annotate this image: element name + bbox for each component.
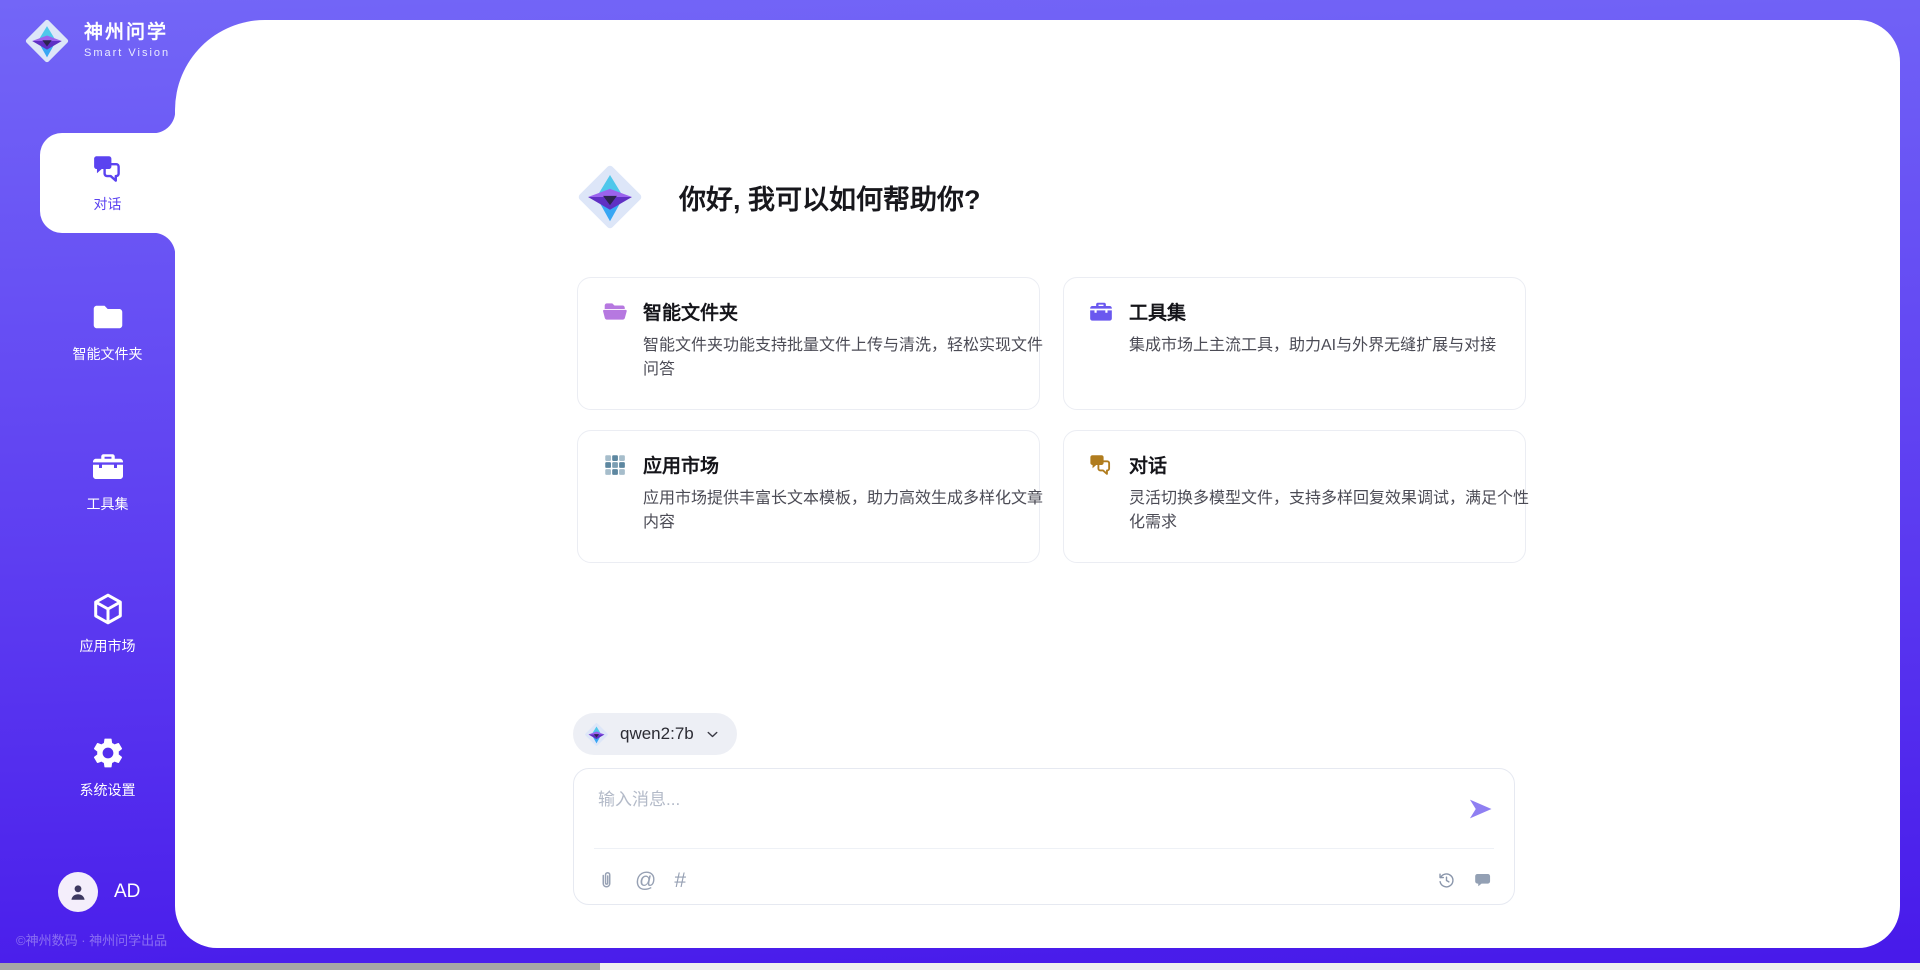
- model-name: qwen2:7b: [620, 724, 694, 744]
- model-diamond-icon: [583, 721, 610, 748]
- card-title: 对话: [1129, 451, 1167, 478]
- person-icon: [66, 880, 90, 904]
- card-title: 工具集: [1129, 298, 1186, 325]
- sidebar-item-toolset[interactable]: 工具集: [40, 440, 175, 522]
- briefcase-icon: [1088, 299, 1114, 325]
- card-description: 智能文件夹功能支持批量文件上传与清洗，轻松实现文件问答: [643, 334, 1043, 382]
- card-app-market[interactable]: 应用市场 应用市场提供丰富长文本模板，助力高效生成多样化文章内容: [577, 430, 1040, 563]
- paperclip-icon[interactable]: [596, 870, 617, 891]
- assistant-diamond-icon: [573, 160, 647, 234]
- cube-icon: [90, 591, 126, 627]
- horizontal-scrollbar[interactable]: [0, 963, 1920, 970]
- sidebar-item-label: 系统设置: [80, 780, 136, 800]
- card-smart-folder[interactable]: 智能文件夹 智能文件夹功能支持批量文件上传与清洗，轻松实现文件问答: [577, 277, 1040, 410]
- card-title: 智能文件夹: [643, 298, 738, 325]
- sidebar-item-settings[interactable]: 系统设置: [40, 726, 175, 808]
- sidebar-item-label: 工具集: [87, 494, 129, 514]
- user-initials: AD: [114, 881, 140, 903]
- at-sign-icon[interactable]: @: [635, 870, 656, 891]
- sidebar-item-label: 智能文件夹: [73, 344, 143, 364]
- composer-divider: [594, 848, 1494, 849]
- brand-diamond-icon: [22, 16, 72, 66]
- chat-bubble-icon[interactable]: [1473, 870, 1494, 891]
- brand-subtitle: Smart Vision: [84, 47, 170, 59]
- sidebar-item-label: 应用市场: [80, 636, 136, 656]
- horizontal-scrollbar-thumb[interactable]: [0, 963, 600, 970]
- sidebar-item-smart-folder[interactable]: 智能文件夹: [40, 290, 175, 372]
- card-chat[interactable]: 对话 灵活切换多模型文件，支持多样回复效果调试，满足个性化需求: [1063, 430, 1526, 563]
- sidebar-item-app-market[interactable]: 应用市场: [40, 582, 175, 664]
- history-icon[interactable]: [1436, 870, 1457, 891]
- open-folder-icon: [602, 299, 628, 325]
- hash-icon[interactable]: #: [674, 870, 686, 891]
- feature-cards: 智能文件夹 智能文件夹功能支持批量文件上传与清洗，轻松实现文件问答 工具集 集成…: [577, 277, 1526, 563]
- avatar: [58, 872, 98, 912]
- main-panel: 你好, 我可以如何帮助你? 智能文件夹 智能文件夹功能支持批量文件上传与清洗，轻…: [175, 20, 1900, 948]
- card-description: 灵活切换多模型文件，支持多样回复效果调试，满足个性化需求: [1129, 487, 1529, 535]
- copyright-footer: ©神州数码 · 神州问学出品: [16, 930, 167, 949]
- folder-icon: [90, 299, 126, 335]
- chat-icon: [91, 152, 125, 186]
- grid-cube-icon: [602, 452, 628, 478]
- chat-bubbles-icon: [1088, 452, 1114, 478]
- gear-icon: [90, 735, 126, 771]
- brand-name: 神州问学: [84, 23, 170, 44]
- toolbox-icon: [90, 449, 126, 485]
- brand-logo: 神州问学 Smart Vision: [22, 16, 170, 66]
- card-description: 应用市场提供丰富长文本模板，助力高效生成多样化文章内容: [643, 487, 1043, 535]
- chevron-down-icon: [704, 726, 721, 743]
- sidebar-item-chat[interactable]: 对话: [40, 133, 175, 233]
- card-title: 应用市场: [643, 451, 719, 478]
- message-composer: @ #: [573, 768, 1515, 905]
- user-account[interactable]: AD: [58, 872, 140, 912]
- model-selector[interactable]: qwen2:7b: [573, 713, 737, 755]
- card-description: 集成市场上主流工具，助力AI与外界无缝扩展与对接: [1129, 334, 1529, 358]
- greeting-section: 你好, 我可以如何帮助你?: [573, 160, 981, 234]
- send-icon: [1467, 795, 1495, 823]
- card-toolset[interactable]: 工具集 集成市场上主流工具，助力AI与外界无缝扩展与对接: [1063, 277, 1526, 410]
- send-button[interactable]: [1466, 795, 1496, 825]
- greeting-title: 你好, 我可以如何帮助你?: [679, 178, 981, 217]
- message-input[interactable]: [596, 783, 1400, 843]
- sidebar-item-label: 对话: [94, 194, 122, 214]
